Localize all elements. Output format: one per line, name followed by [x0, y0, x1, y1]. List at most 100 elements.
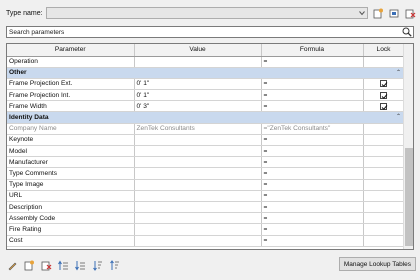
parameter-row[interactable]: Assembly Code = — [7, 212, 405, 225]
grid-body: Operation = Other ⌃ Frame Projection Ext. 0' … — [7, 56, 405, 247]
value-cell[interactable] — [134, 201, 262, 214]
formula-cell[interactable]: = — [261, 89, 364, 102]
parameter-row[interactable]: URL = — [7, 190, 405, 202]
formula-cell[interactable]: = — [261, 56, 364, 68]
col-header-lock[interactable]: Lock — [363, 44, 405, 57]
lock-checkbox[interactable] — [380, 91, 388, 99]
lock-cell — [363, 156, 405, 169]
collapse-icon[interactable]: ⌃ — [396, 69, 401, 76]
parameter-row[interactable]: Model = — [7, 145, 405, 158]
parameter-name-cell: Cost — [7, 235, 135, 247]
lock-cell — [363, 78, 405, 91]
group-header-cell: Identity Data ⌃ — [7, 111, 404, 124]
type-row: Type name: — [6, 6, 416, 20]
lock-cell — [363, 212, 405, 225]
formula-cell[interactable]: = — [261, 167, 364, 180]
parameter-row[interactable]: Manufacturer = — [7, 156, 405, 169]
parameter-row[interactable]: Description = — [7, 201, 405, 214]
lock-cell — [363, 89, 405, 102]
search-icon — [402, 27, 412, 37]
value-cell[interactable] — [134, 156, 262, 169]
move-down-icon[interactable] — [74, 259, 86, 271]
group-header-cell: Other ⌃ — [7, 67, 404, 79]
value-cell[interactable] — [134, 235, 262, 247]
col-header-value[interactable]: Value — [134, 44, 262, 57]
formula-cell[interactable]: = — [261, 190, 364, 202]
scrollbar-thumb[interactable] — [405, 148, 413, 246]
delete-type-icon[interactable] — [404, 7, 416, 19]
delete-parameter-icon[interactable] — [40, 259, 52, 271]
value-cell[interactable]: ZenTek Consultants — [134, 123, 262, 135]
collapse-icon[interactable]: ⌃ — [396, 113, 401, 120]
parameter-row[interactable]: Company Name ZenTek Consultants ="ZenTek C… — [7, 123, 405, 135]
formula-cell[interactable]: = — [261, 78, 364, 91]
edit-parameter-icon[interactable] — [6, 259, 18, 271]
manage-lookup-tables-button[interactable]: Manage Lookup Tables — [338, 257, 416, 271]
sort-ascending-icon[interactable] — [91, 259, 103, 271]
rename-type-icon[interactable] — [388, 7, 400, 19]
formula-cell[interactable]: = — [261, 223, 364, 236]
parameter-name-cell: Type Comments — [7, 167, 135, 180]
lock-cell — [363, 100, 405, 113]
value-cell[interactable] — [134, 167, 262, 180]
parameter-name-cell: Company Name — [7, 123, 135, 135]
parameter-row[interactable]: Keynote = — [7, 134, 405, 147]
formula-cell[interactable]: = — [261, 235, 364, 247]
parameter-name-cell: Assembly Code — [7, 212, 135, 225]
parameter-name-cell: Frame Projection Int. — [7, 89, 135, 102]
search-placeholder: Search parameters — [9, 28, 65, 36]
sort-descending-icon[interactable] — [108, 259, 120, 271]
parameter-row[interactable]: Operation = — [7, 56, 405, 68]
parameter-row[interactable]: Frame Width 0' 3" = — [7, 100, 405, 113]
col-header-formula[interactable]: Formula — [261, 44, 364, 57]
lock-cell — [363, 179, 405, 191]
move-up-icon[interactable] — [57, 259, 69, 271]
lock-checkbox[interactable] — [380, 80, 388, 88]
header-row: Parameter Value Formula Lock — [7, 44, 405, 57]
lock-cell — [363, 190, 405, 202]
lock-cell — [363, 223, 405, 236]
formula-cell[interactable]: = — [261, 100, 364, 113]
value-cell[interactable] — [134, 56, 262, 68]
value-cell[interactable]: 0' 1" — [134, 78, 262, 91]
new-type-icon[interactable] — [372, 7, 384, 19]
formula-cell[interactable]: = — [261, 156, 364, 169]
formula-cell[interactable]: = — [261, 134, 364, 147]
formula-cell[interactable]: ="ZenTek Consultants" — [261, 123, 364, 135]
parameter-row[interactable]: Fire Rating = — [7, 223, 405, 236]
formula-cell[interactable]: = — [261, 145, 364, 158]
search-input[interactable]: Search parameters — [6, 26, 414, 38]
value-cell[interactable] — [134, 190, 262, 202]
parameter-name-cell: Keynote — [7, 134, 135, 147]
parameter-row[interactable]: Cost = — [7, 235, 405, 247]
value-cell[interactable] — [134, 212, 262, 225]
parameter-name-cell: Model — [7, 145, 135, 158]
value-cell[interactable]: 0' 3" — [134, 100, 262, 113]
value-cell[interactable] — [134, 134, 262, 147]
lock-checkbox[interactable] — [380, 102, 388, 110]
col-header-parameter[interactable]: Parameter — [7, 44, 135, 57]
lock-cell — [363, 201, 405, 214]
parameter-name-cell: URL — [7, 190, 135, 202]
vertical-scrollbar[interactable] — [403, 44, 413, 249]
formula-cell[interactable]: = — [261, 179, 364, 191]
lock-cell — [363, 145, 405, 158]
parameters-grid: Parameter Value Formula Lock Operation = O… — [6, 43, 414, 250]
group-header-row[interactable]: Identity Data ⌃ — [7, 111, 404, 124]
formula-cell[interactable]: = — [261, 201, 364, 214]
parameter-row[interactable]: Type Comments = — [7, 167, 405, 180]
value-cell[interactable]: 0' 1" — [134, 89, 262, 102]
parameter-name-cell: Type Image — [7, 179, 135, 191]
parameter-row[interactable]: Frame Projection Int. 0' 1" = — [7, 89, 405, 102]
chevron-down-icon — [359, 11, 365, 16]
value-cell[interactable] — [134, 145, 262, 158]
parameter-row[interactable]: Type Image = — [7, 179, 405, 191]
parameter-row[interactable]: Frame Projection Ext. 0' 1" = — [7, 78, 405, 91]
formula-cell[interactable]: = — [261, 212, 364, 225]
value-cell[interactable] — [134, 223, 262, 236]
parameter-name-cell: Description — [7, 201, 135, 214]
value-cell[interactable] — [134, 179, 262, 191]
group-header-row[interactable]: Other ⌃ — [7, 67, 404, 79]
type-name-dropdown[interactable] — [46, 7, 368, 19]
new-parameter-icon[interactable] — [23, 259, 35, 271]
